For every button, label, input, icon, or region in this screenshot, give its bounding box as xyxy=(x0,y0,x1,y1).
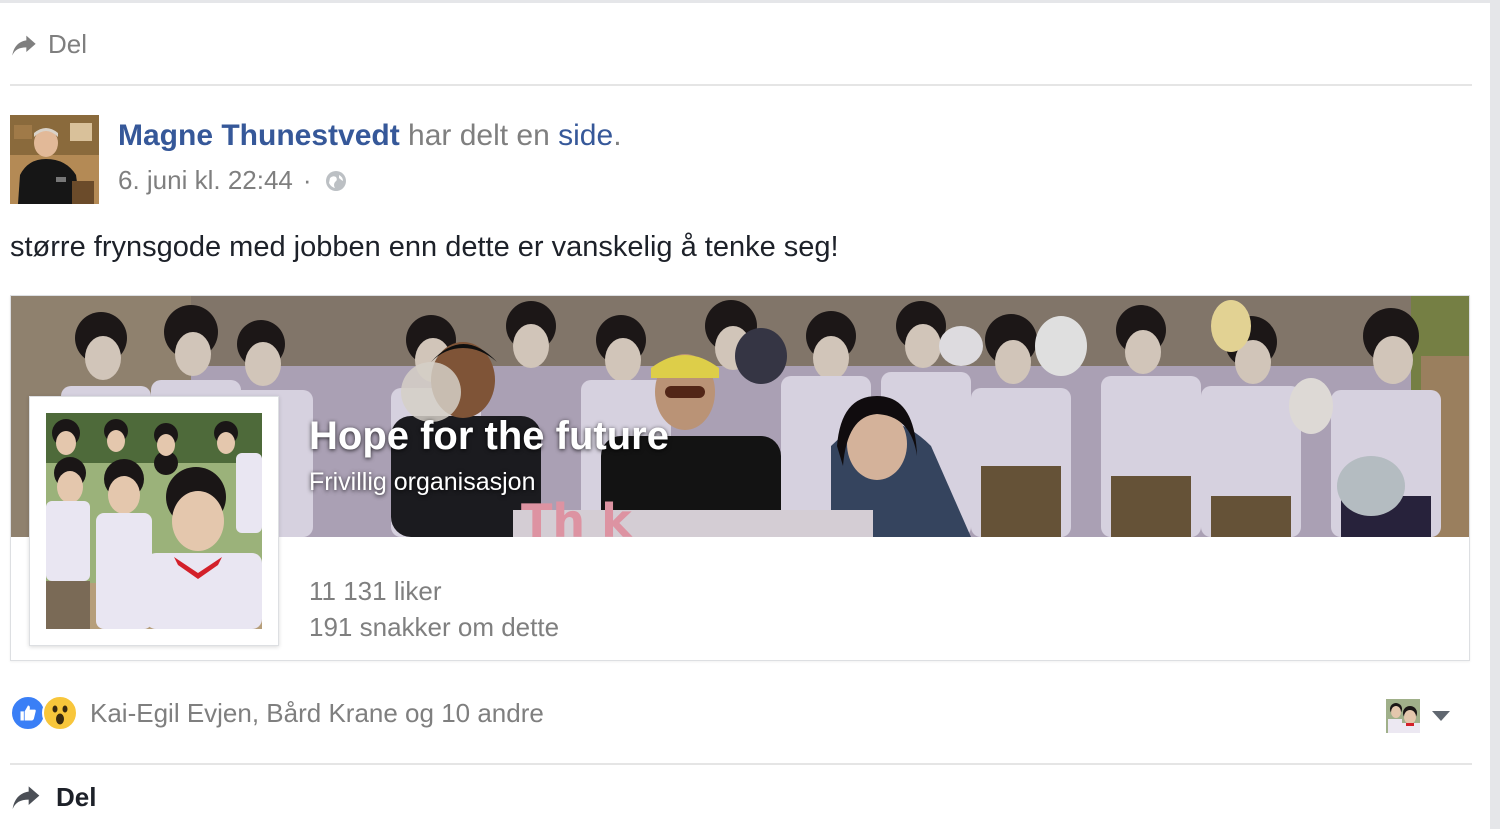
post-timestamp-link[interactable]: 6. juni kl. 22:44 xyxy=(118,165,293,196)
meta-separator: · xyxy=(302,165,312,195)
header-period: . xyxy=(613,119,622,152)
page-profile-thumbnail[interactable] xyxy=(29,396,279,646)
share-top-button[interactable]: Del xyxy=(10,29,87,60)
shared-object-link[interactable]: side xyxy=(558,119,613,152)
share-arrow-icon xyxy=(12,35,36,55)
post-text: større frynsgode med jobben enn dette er… xyxy=(10,231,839,263)
actor-avatar xyxy=(1386,699,1420,733)
page-likes-count: 11 131 liker xyxy=(309,576,442,606)
page-name-link[interactable]: Hope for the future xyxy=(309,414,669,459)
reactions-summary[interactable]: Kai-Egil Evjen, Bård Krane og 10 andre xyxy=(10,695,544,731)
post-header: Magne Thunestvedt har delt en side. xyxy=(118,119,622,153)
divider-top xyxy=(10,84,1472,86)
action-text: har delt en xyxy=(399,119,559,152)
share-top-label: Del xyxy=(48,29,88,59)
chevron-down-icon[interactable] xyxy=(1432,711,1450,721)
author-name-link[interactable]: Magne Thunestvedt xyxy=(118,119,400,152)
like-reaction-icon[interactable] xyxy=(10,695,46,731)
author-avatar[interactable] xyxy=(10,115,99,204)
divider-bottom xyxy=(10,763,1472,765)
page-talking-count: 191 snakker om dette xyxy=(309,612,560,642)
reaction-names-link[interactable]: Kai-Egil Evjen, Bård Krane og 10 andre xyxy=(90,698,544,729)
share-bottom-label: Del xyxy=(56,781,97,812)
avatar-image xyxy=(10,115,99,204)
page-category: Frivillig organisasjon xyxy=(309,468,536,496)
post-meta: 6. juni kl. 22:44 · xyxy=(118,165,348,196)
page-profile-image xyxy=(46,413,262,629)
wow-reaction-icon[interactable] xyxy=(42,695,78,731)
share-arrow-icon xyxy=(12,786,40,809)
actor-selector[interactable] xyxy=(1386,699,1450,733)
globe-icon[interactable] xyxy=(324,169,348,193)
shared-page-card[interactable]: Th k Hope for the future Frivillig organ… xyxy=(10,295,1470,661)
post-container: Del Magne Thunestvedt har delt en side. … xyxy=(0,0,1500,829)
share-bottom-button[interactable]: Del xyxy=(10,781,96,813)
